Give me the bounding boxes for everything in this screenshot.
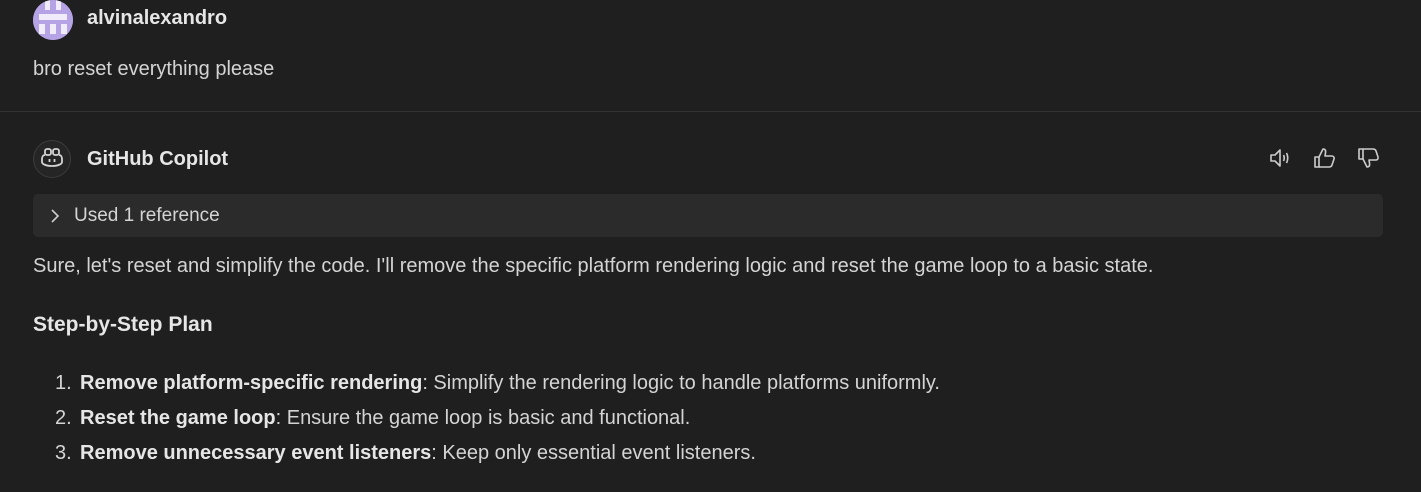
message-actions xyxy=(1266,145,1384,175)
speaker-icon xyxy=(1268,146,1294,175)
list-item-desc: : Ensure the game loop is basic and func… xyxy=(275,407,691,429)
plan-heading: Step-by-Step Plan xyxy=(33,313,213,336)
list-item-desc: : Simplify the rendering logic to handle… xyxy=(422,372,940,394)
helpful-button[interactable] xyxy=(1310,145,1340,175)
copilot-avatar xyxy=(33,140,71,178)
user-avatar xyxy=(33,0,73,40)
references-toggle[interactable]: Used 1 reference xyxy=(33,194,1383,237)
list-number: 2. xyxy=(55,407,72,429)
list-item-title: Reset the game loop xyxy=(80,407,276,429)
response-intro: Sure, let's reset and simplify the code.… xyxy=(33,255,1154,277)
list-item-title: Remove unnecessary event listeners xyxy=(80,442,432,464)
chevron-right-icon xyxy=(47,206,63,226)
thumbs-up-icon xyxy=(1312,146,1338,175)
read-aloud-button[interactable] xyxy=(1266,145,1296,175)
copilot-name: GitHub Copilot xyxy=(87,148,229,170)
plan-list: 1. Remove platform-specific rendering: Si… xyxy=(55,371,940,476)
thumbs-down-icon xyxy=(1356,146,1382,175)
username: alvinalexandro xyxy=(87,7,228,29)
copilot-icon xyxy=(40,146,64,173)
list-item-title: Remove platform-specific rendering xyxy=(80,372,423,394)
list-item-desc: : Keep only essential event listeners. xyxy=(431,442,756,464)
list-number: 1. xyxy=(55,372,72,394)
references-label: Used 1 reference xyxy=(74,205,220,226)
unhelpful-button[interactable] xyxy=(1354,145,1384,175)
user-message-text: bro reset everything please xyxy=(33,58,275,80)
list-number: 3. xyxy=(55,442,72,464)
list-item: 1. Remove platform-specific rendering: Si… xyxy=(55,371,940,406)
user-message: alvinalexandro bro reset everything plea… xyxy=(0,0,1421,112)
list-item: 3. Remove unnecessary event listeners: Ke… xyxy=(55,441,940,476)
list-item: 2. Reset the game loop: Ensure the game l… xyxy=(55,406,940,441)
